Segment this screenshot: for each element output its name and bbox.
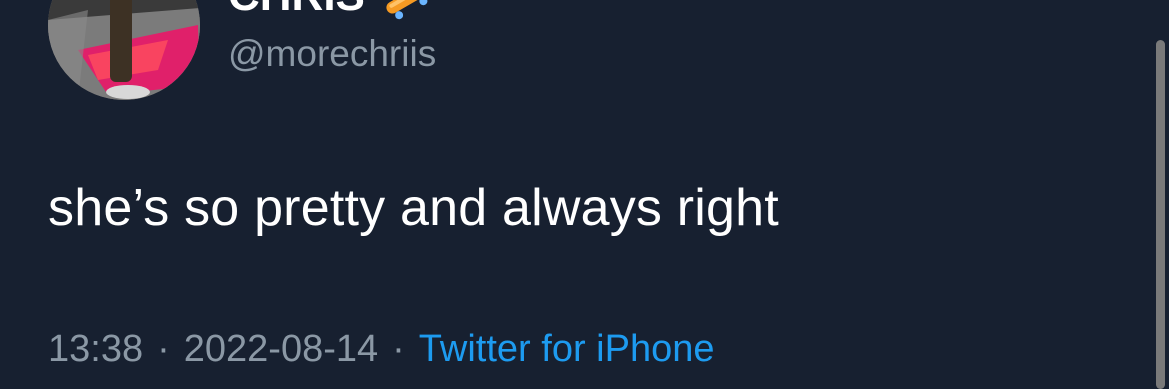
meta-separator: · [157, 328, 170, 370]
tweet-date[interactable]: 2022-08-14 [184, 328, 378, 370]
skateboard-icon [380, 0, 440, 22]
tweet-source-link[interactable]: Twitter for iPhone [419, 328, 715, 370]
display-name[interactable]: CHRIS [228, 0, 365, 18]
avatar[interactable] [48, 0, 200, 100]
tweet-card: CHRIS @morechriis ··· she’s so pretty an… [0, 0, 1169, 389]
tweet-meta: 13:38 · 2022-08-14 · Twitter for iPhone [48, 326, 714, 372]
scrollbar[interactable] [1156, 40, 1165, 389]
tweet-time[interactable]: 13:38 [48, 328, 143, 370]
avatar-image [48, 0, 200, 100]
meta-separator: · [392, 328, 405, 370]
tweet-text: she’s so pretty and always right [48, 179, 779, 237]
user-handle[interactable]: @morechriis [228, 34, 436, 74]
